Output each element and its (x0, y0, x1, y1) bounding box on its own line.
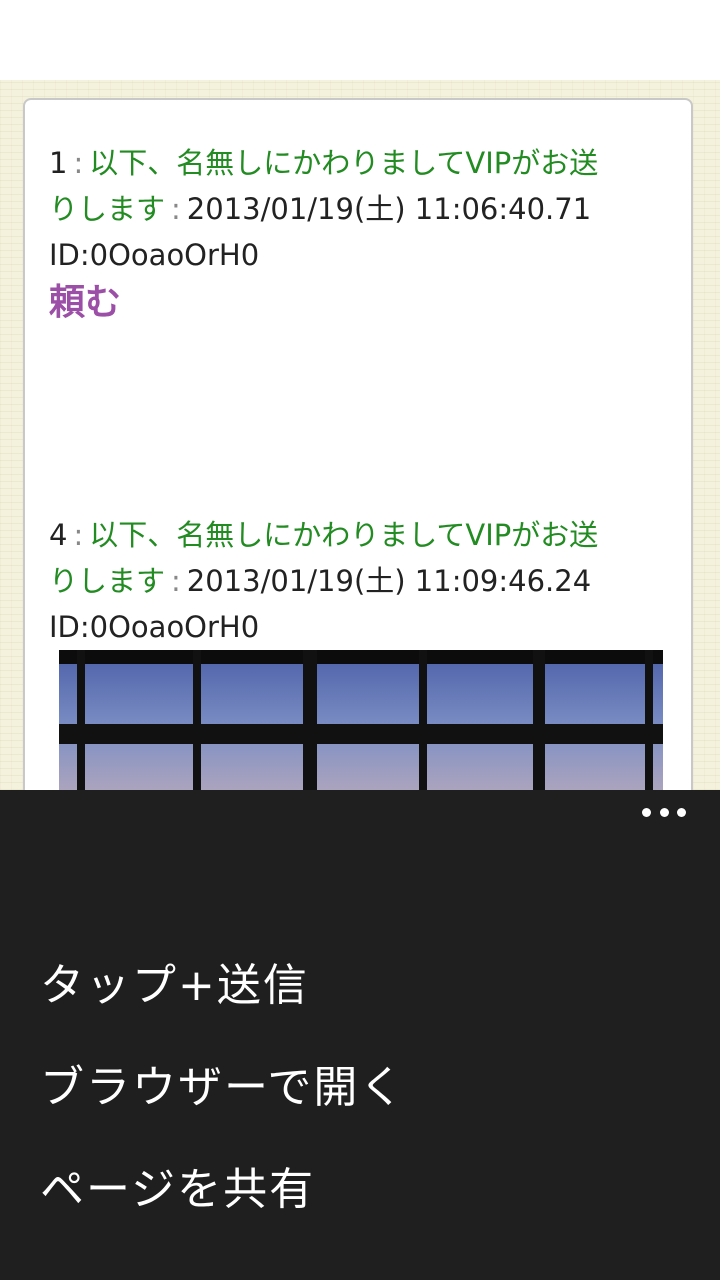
window-frame (193, 650, 201, 790)
post-id: ID:0OoaoOrH0 (49, 610, 260, 644)
post-4: 4: 以下、名無しにかわりましてVIPがお送 りします:2013/01/19(土) … (49, 512, 669, 650)
window-frame (59, 724, 663, 744)
post-header: 1: 以下、名無しにかわりましてVIPがお送 りします:2013/01/19(土) … (49, 140, 669, 278)
post-id: ID:0OoaoOrH0 (49, 238, 260, 272)
post-date: 2013/01/19(土) 11:06:40.71 (186, 192, 592, 226)
menu-item-tap-send[interactable]: タップ+送信 (40, 956, 309, 1016)
post-1: 1: 以下、名無しにかわりましてVIPがお送 りします:2013/01/19(土) … (49, 140, 669, 326)
post-date: 2013/01/19(土) 11:09:46.24 (186, 564, 592, 598)
window-frame (59, 650, 663, 664)
post-number: 1 (49, 146, 68, 180)
post-separator: : (73, 146, 84, 180)
web-content[interactable]: 1: 以下、名無しにかわりましてVIPがお送 りします:2013/01/19(土) … (0, 80, 720, 790)
app-bar-menu: タップ+送信 ブラウザーで開く ページを共有 (0, 790, 720, 1280)
more-horizontal-icon[interactable] (642, 804, 686, 820)
post-separator: : (73, 518, 84, 552)
post-number: 4 (49, 518, 68, 552)
window-frame (303, 650, 317, 790)
post-separator: : (171, 564, 181, 598)
status-bar (0, 0, 720, 80)
window-frame (533, 650, 545, 790)
post-body: 頼む (49, 282, 122, 323)
window-frame (77, 650, 85, 790)
post-header: 4: 以下、名無しにかわりましてVIPがお送 りします:2013/01/19(土) … (49, 512, 669, 650)
thread-card: 1: 以下、名無しにかわりましてVIPがお送 りします:2013/01/19(土) … (23, 98, 693, 790)
post-image[interactable] (59, 650, 663, 790)
window-frame (645, 650, 653, 790)
menu-item-share-page[interactable]: ページを共有 (40, 1160, 315, 1220)
menu-item-open-in-browser[interactable]: ブラウザーで開く (40, 1058, 405, 1118)
window-frame (419, 650, 427, 790)
post-separator: : (171, 192, 181, 226)
